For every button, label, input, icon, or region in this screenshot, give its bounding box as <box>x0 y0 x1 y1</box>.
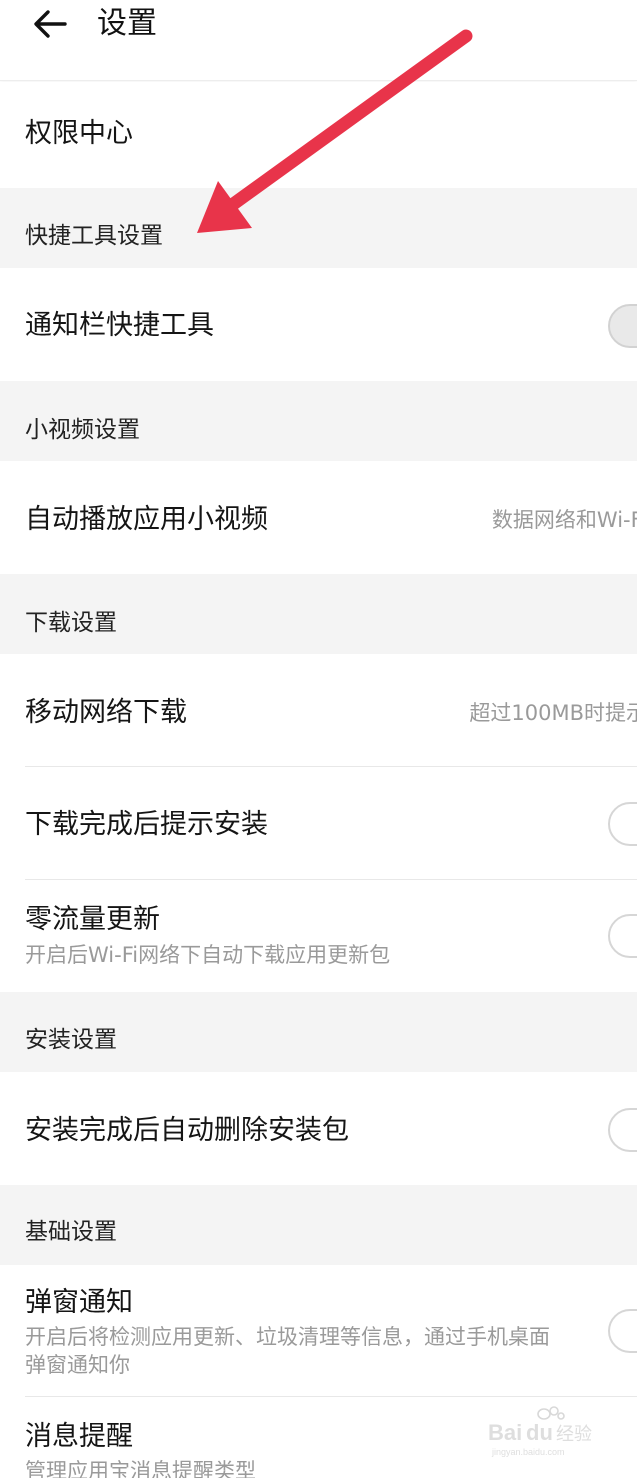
arrow-left-icon <box>34 10 67 38</box>
notify-shortcut-item[interactable]: 通知栏快捷工具 <box>0 268 637 381</box>
permission-center-label: 权限中心 <box>25 118 133 149</box>
section-install-label: 安装设置 <box>25 1027 117 1053</box>
section-header-download: 下载设置 <box>0 574 637 654</box>
autoplay-video-item[interactable]: 自动播放应用小视频 数据网络和Wi-Fi <box>0 461 637 574</box>
message-remind-subtitle: 管理应用宝消息提醒类型 <box>25 1459 256 1478</box>
auto-delete-toggle[interactable] <box>608 1108 637 1152</box>
zero-traffic-item[interactable]: 零流量更新 开启后Wi-Fi网络下自动下载应用更新包 <box>0 880 637 992</box>
svg-text:du: du <box>526 1420 553 1445</box>
baidu-jingyan-watermark-icon: Bai du 经验 jingyan.baidu.com <box>488 1406 592 1457</box>
popup-notify-subtitle: 开启后将检测应用更新、垃圾清理等信息，通过手机桌面弹窗通知你 <box>25 1325 550 1377</box>
popup-notify-item[interactable]: 弹窗通知 开启后将检测应用更新、垃圾清理等信息，通过手机桌面弹窗通知你 <box>0 1265 637 1397</box>
message-remind-label: 消息提醒 <box>25 1421 133 1452</box>
top-app-bar: 设置 <box>0 0 637 81</box>
section-download-label: 下载设置 <box>25 610 117 636</box>
mobile-download-label: 移动网络下载 <box>25 697 187 728</box>
mobile-download-value: 超过100MB时提示 <box>469 701 637 725</box>
autoplay-video-value: 数据网络和Wi-Fi <box>491 508 637 532</box>
section-header-install: 安装设置 <box>0 992 637 1072</box>
section-video-label: 小视频设置 <box>25 417 140 443</box>
notify-shortcut-label: 通知栏快捷工具 <box>25 310 214 341</box>
auto-delete-item[interactable]: 安装完成后自动删除安装包 <box>0 1072 637 1185</box>
svg-text:jingyan.baidu.com: jingyan.baidu.com <box>491 1447 565 1457</box>
section-shortcut-label: 快捷工具设置 <box>25 223 163 249</box>
section-header-video: 小视频设置 <box>0 381 637 461</box>
popup-notify-toggle[interactable] <box>608 1309 637 1353</box>
svg-text:Bai: Bai <box>488 1420 522 1445</box>
svg-text:经验: 经验 <box>556 1424 592 1445</box>
notify-shortcut-toggle[interactable] <box>608 304 637 348</box>
prompt-install-label: 下载完成后提示安装 <box>25 809 268 840</box>
popup-notify-label: 弹窗通知 <box>25 1287 133 1318</box>
mobile-download-item[interactable]: 移动网络下载 超过100MB时提示 <box>0 654 637 767</box>
page-title: 设置 <box>97 6 157 41</box>
permission-center-item[interactable]: 权限中心 <box>0 82 637 188</box>
autoplay-video-label: 自动播放应用小视频 <box>25 504 268 535</box>
section-header-shortcut: 快捷工具设置 <box>0 188 637 268</box>
zero-traffic-subtitle: 开启后Wi-Fi网络下自动下载应用更新包 <box>25 943 391 967</box>
zero-traffic-label: 零流量更新 <box>25 904 160 935</box>
prompt-install-toggle[interactable] <box>608 802 637 846</box>
section-header-basic: 基础设置 <box>0 1185 637 1265</box>
zero-traffic-toggle[interactable] <box>608 914 637 958</box>
section-basic-label: 基础设置 <box>25 1219 117 1245</box>
back-button[interactable] <box>28 4 72 44</box>
auto-delete-label: 安装完成后自动删除安装包 <box>25 1115 349 1146</box>
prompt-install-item[interactable]: 下载完成后提示安装 <box>0 767 637 880</box>
